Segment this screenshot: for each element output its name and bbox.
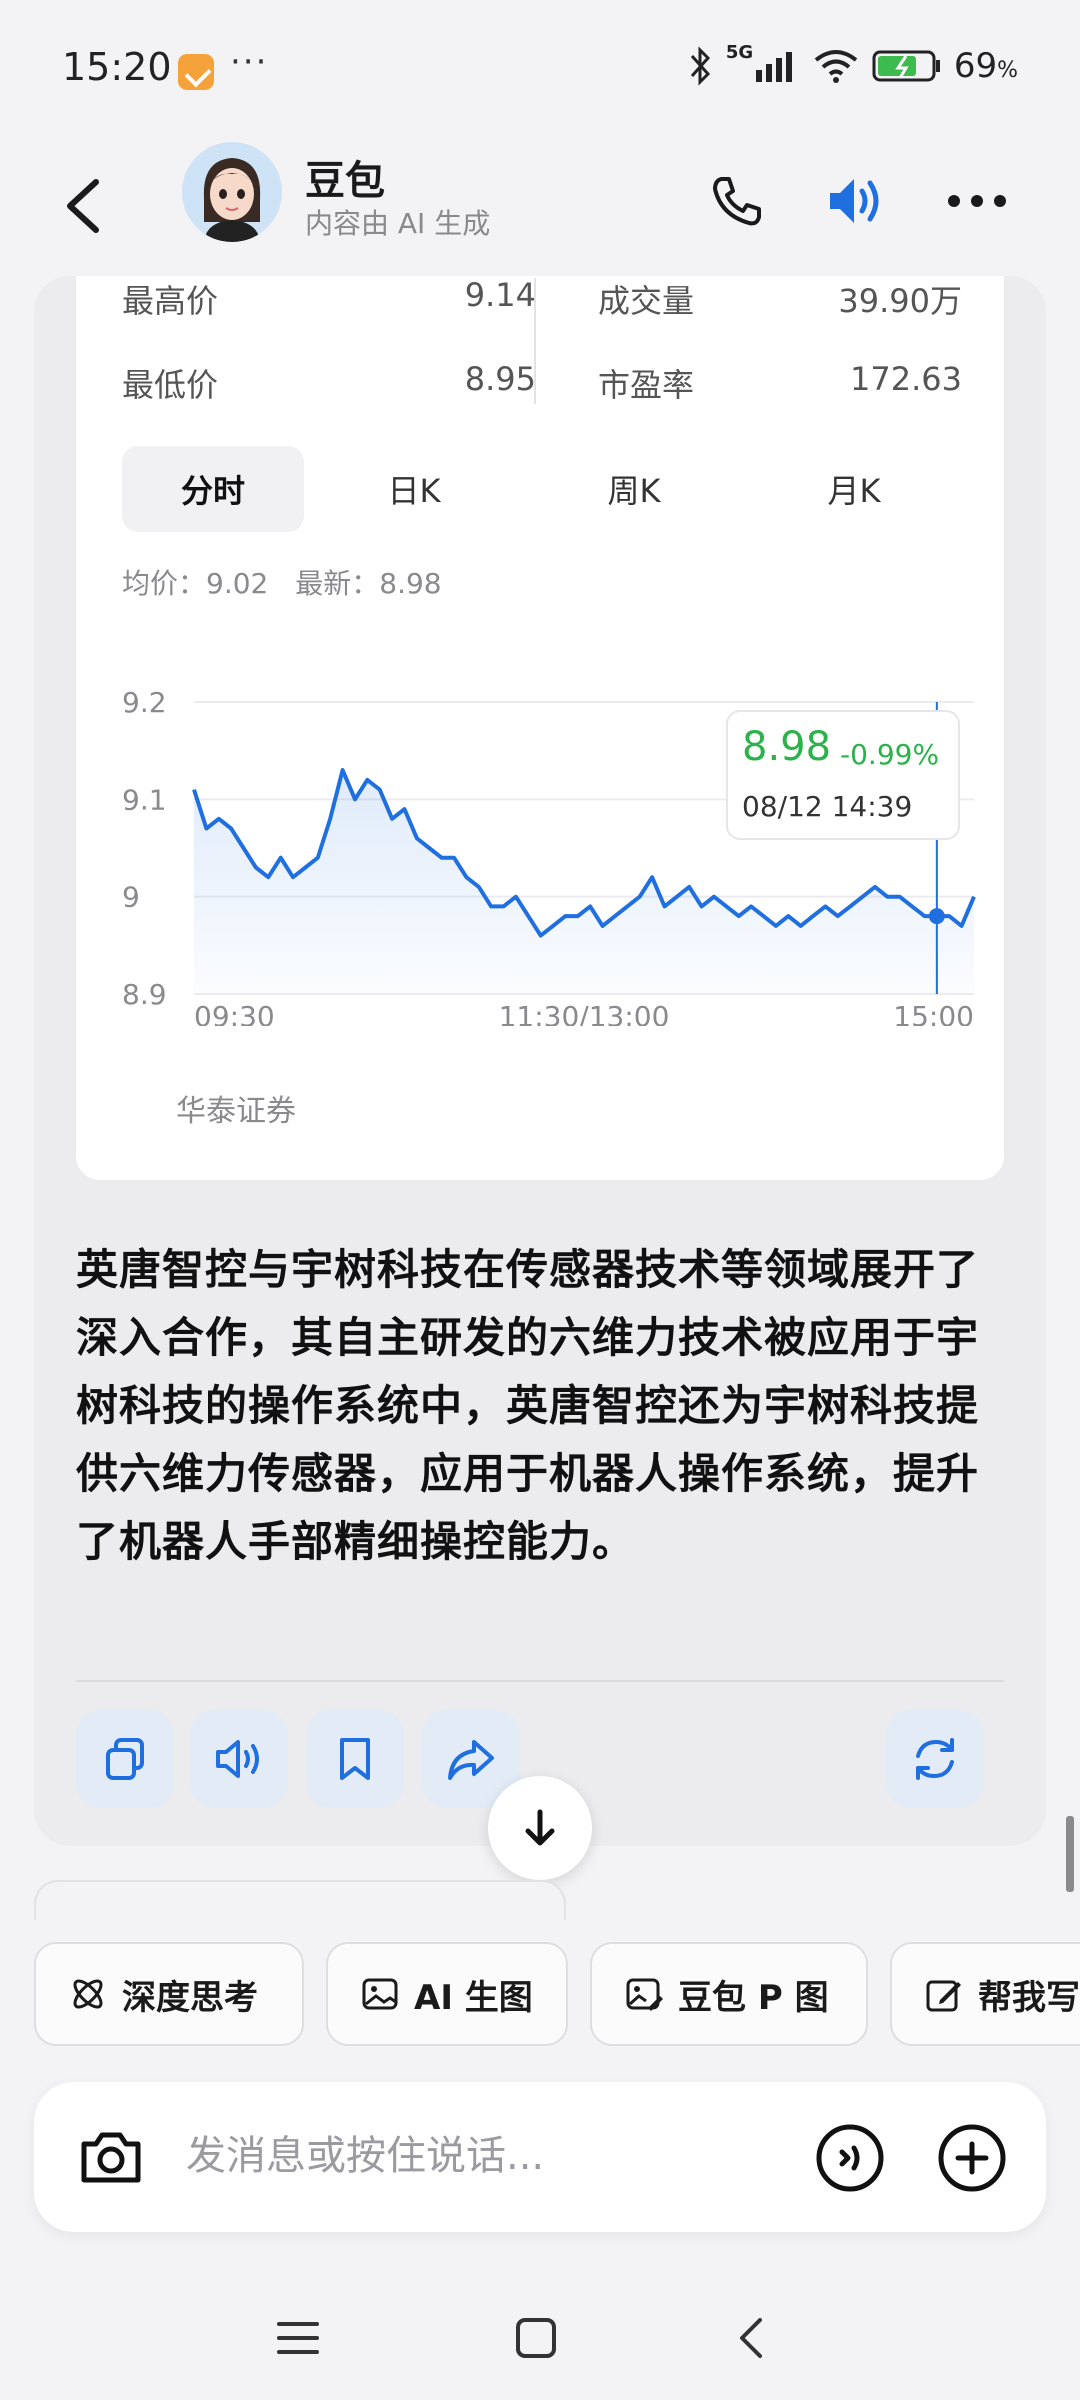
status-indicators: 5G 69%: [686, 42, 1018, 86]
message-input-bar: [34, 2082, 1046, 2232]
camera-button[interactable]: [70, 2116, 152, 2198]
voice-call-button[interactable]: [810, 2118, 890, 2198]
quick-action-chips: 深度思考 AI 生图 豆包 P 图 帮我写: [34, 1942, 1080, 2046]
more-icon: [948, 195, 1006, 207]
scrollbar-thumb[interactable]: [1066, 1816, 1074, 1892]
low-price-label: 最低价: [122, 366, 219, 404]
home-square-icon: [516, 2318, 556, 2358]
chip-photo-edit[interactable]: 豆包 P 图: [590, 1942, 868, 2046]
bookmark-icon: [340, 1738, 370, 1780]
chevron-left-icon: [67, 179, 99, 233]
chevron-left-icon: [740, 2318, 762, 2358]
voice-wave-icon: [816, 2124, 884, 2192]
more-notifications-icon: ···: [230, 42, 269, 82]
bot-avatar[interactable]: [182, 142, 282, 242]
answer-text: 英唐智控与宇树科技在传感器技术等领域展开了深入合作，其自主研发的六维力技术被应用…: [76, 1245, 980, 1566]
status-bar: 15:20 ··· 5G 69%: [0, 0, 1080, 130]
battery-icon: [872, 50, 940, 82]
nav-home-button[interactable]: [496, 2298, 576, 2378]
wifi-icon: [814, 50, 858, 83]
volume-label: 成交量: [598, 282, 695, 320]
scroll-to-bottom-button[interactable]: [488, 1776, 592, 1880]
chat-title: 豆包: [305, 158, 385, 204]
more-attachments-button[interactable]: [932, 2118, 1012, 2198]
x-tick-label: 15:00: [893, 1000, 974, 1026]
high-price-value: 9.14: [464, 276, 536, 314]
volume-value: 39.90万: [838, 282, 962, 320]
stats-divider: [534, 278, 536, 404]
y-tick-label: 9.1: [122, 783, 167, 816]
x-tick-label: 09:30: [194, 1000, 275, 1026]
cellular-signal-icon: 5G: [726, 42, 800, 86]
chip-label: 豆包 P 图: [678, 1977, 829, 2018]
photo-edit-icon: [626, 1978, 663, 2011]
pe-ratio-label: 市盈率: [598, 366, 695, 404]
camera-icon: [81, 2132, 141, 2183]
arrow-down-icon: [525, 1809, 555, 1846]
refresh-icon: [916, 1738, 954, 1780]
atom-icon: [73, 1979, 103, 2009]
price-summary: 均价：9.02 最新：8.98: [122, 562, 460, 602]
nav-menu-button[interactable]: [258, 2298, 338, 2378]
speaker-icon: [216, 1740, 259, 1778]
chip-deep-thinking[interactable]: 深度思考: [34, 1942, 304, 2046]
y-tick-label: 9.2: [122, 686, 167, 719]
speaker-icon: [830, 179, 879, 223]
copy-icon: [106, 1738, 144, 1780]
menu-icon: [277, 2322, 319, 2354]
chart-period-tabs: 分时 日K 周K 月K: [122, 446, 964, 532]
tooltip-price: 8.98: [742, 724, 832, 770]
tooltip-change: -0.99%: [840, 738, 940, 771]
chart-tooltip: 8.98 -0.99% 08/12 14:39: [726, 710, 960, 840]
x-tick-label: 11:30/13:00: [499, 1000, 670, 1026]
nav-back-button[interactable]: [712, 2298, 792, 2378]
battery-percent: 69%: [953, 46, 1018, 86]
bookmark-button[interactable]: [306, 1710, 404, 1808]
chat-header: 豆包 内容由 AI 生成: [0, 130, 1080, 280]
phone-icon: [713, 177, 761, 226]
back-button[interactable]: [40, 160, 130, 250]
y-tick-label: 9: [122, 881, 140, 914]
average-price: 均价：9.02: [122, 567, 269, 600]
image-icon: [362, 1978, 398, 2010]
call-button[interactable]: [692, 156, 782, 246]
edit-icon: [926, 1980, 961, 2012]
more-options-button[interactable]: [932, 156, 1022, 246]
tab-monthly-k[interactable]: 月K: [744, 446, 964, 532]
tooltip-time: 08/12 14:39: [742, 790, 913, 823]
tab-daily-k[interactable]: 日K: [304, 446, 524, 532]
high-price-label: 最高价: [122, 282, 219, 320]
copy-button[interactable]: [76, 1710, 174, 1808]
status-time: 15:20: [62, 45, 172, 89]
chip-label: 深度思考: [122, 1977, 258, 2018]
bot-message: 最高价 9.14 最低价 8.95 成交量 39.90万 市盈率 172.63 …: [34, 276, 1046, 1846]
share-icon: [448, 1740, 494, 1780]
notification-app-icon: [178, 54, 214, 90]
stock-card: 最高价 9.14 最低价 8.95 成交量 39.90万 市盈率 172.63 …: [76, 276, 1004, 1180]
chip-ai-image[interactable]: AI 生图: [326, 1942, 568, 2046]
chip-help-write[interactable]: 帮我写: [890, 1942, 1080, 2046]
message-divider: [76, 1680, 1004, 1682]
next-message-card: [34, 1880, 566, 1920]
data-source: 华泰证券: [176, 1094, 296, 1129]
tab-intraday[interactable]: 分时: [122, 446, 304, 532]
crosshair-point: [928, 908, 945, 925]
low-price-value: 8.95: [464, 360, 536, 398]
bluetooth-icon: [690, 46, 710, 86]
voice-playback-button[interactable]: [812, 156, 902, 246]
y-tick-label: 8.9: [122, 978, 167, 1011]
latest-price: 最新：8.98: [295, 567, 442, 600]
regenerate-button[interactable]: [886, 1710, 984, 1808]
message-input[interactable]: [186, 2126, 666, 2186]
read-aloud-button[interactable]: [190, 1710, 288, 1808]
system-nav-bar: [0, 2276, 1080, 2400]
pe-ratio-value: 172.63: [850, 360, 962, 398]
chip-label: 帮我写: [978, 1977, 1080, 2018]
chip-label: AI 生图: [414, 1977, 533, 2018]
plus-icon: [938, 2124, 1006, 2192]
tab-weekly-k[interactable]: 周K: [524, 446, 744, 532]
ai-generated-note: 内容由 AI 生成: [305, 207, 491, 240]
